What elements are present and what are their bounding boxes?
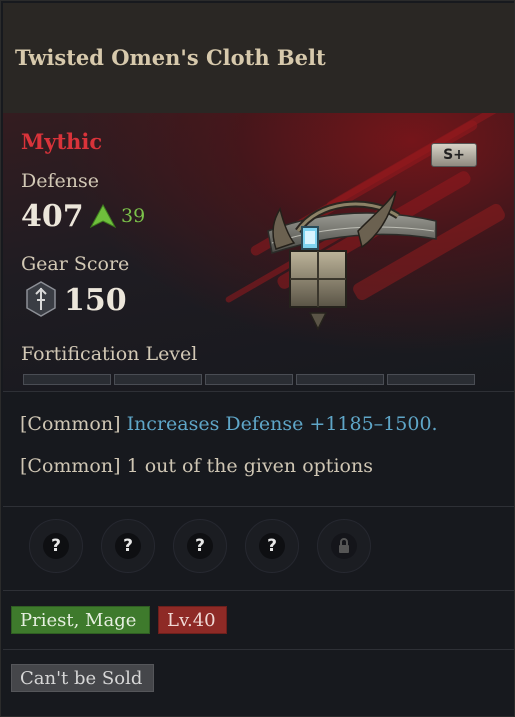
item-hero-section: Mythic S+ Defense 407 39 Gear Score 150 … (3, 113, 514, 391)
arrow-up-icon (89, 203, 117, 229)
defense-value: 407 (21, 199, 84, 234)
fortification-segment (296, 374, 384, 385)
gear-score-icon (26, 281, 56, 317)
option-text: Increases Defense +1185–1500. (126, 413, 438, 435)
level-requirement-tag: Lv.40 (158, 606, 227, 634)
fortification-segment (114, 374, 202, 385)
lock-icon (331, 533, 357, 559)
option-line-2: [Common] 1 out of the given options (20, 455, 373, 477)
class-requirement-tag: Priest, Mage (11, 606, 150, 634)
rarity-label: Mythic (21, 129, 103, 154)
socket-slot-locked (317, 519, 371, 573)
unknown-socket-icon: ? (43, 533, 69, 559)
socket-slot[interactable]: ? (173, 519, 227, 573)
fortification-label: Fortification Level (21, 343, 198, 365)
socket-slot[interactable]: ? (101, 519, 155, 573)
socket-slot[interactable]: ? (245, 519, 299, 573)
unknown-socket-icon: ? (115, 533, 141, 559)
belt-item-icon (267, 191, 437, 331)
cannot-sell-tag: Can't be Sold (11, 664, 154, 692)
gear-score-value: 150 (64, 283, 127, 318)
option-tier: [Common] (20, 455, 121, 477)
fortification-bars (23, 374, 475, 385)
item-name: Twisted Omen's Cloth Belt (15, 45, 326, 70)
title-bar: Twisted Omen's Cloth Belt (3, 3, 514, 114)
unknown-socket-icon: ? (187, 533, 213, 559)
fortification-segment (387, 374, 475, 385)
gear-score-label: Gear Score (21, 253, 130, 275)
option-line-1: [Common] Increases Defense +1185–1500. (20, 413, 438, 435)
divider (3, 649, 514, 650)
fortification-segment (205, 374, 293, 385)
socket-row: ? ? ? ? (29, 519, 371, 573)
defense-bonus: 39 (121, 205, 146, 227)
divider (3, 506, 514, 507)
defense-label: Defense (21, 170, 99, 192)
socket-slot[interactable]: ? (29, 519, 83, 573)
divider (3, 590, 514, 591)
option-text: 1 out of the given options (126, 455, 373, 477)
divider (3, 391, 514, 392)
unknown-socket-icon: ? (259, 533, 285, 559)
item-tooltip: Twisted Omen's Cloth Belt Mythic S+ Defe… (0, 0, 515, 717)
fortification-segment (23, 374, 111, 385)
option-tier: [Common] (20, 413, 121, 435)
grade-badge: S+ (431, 143, 477, 167)
